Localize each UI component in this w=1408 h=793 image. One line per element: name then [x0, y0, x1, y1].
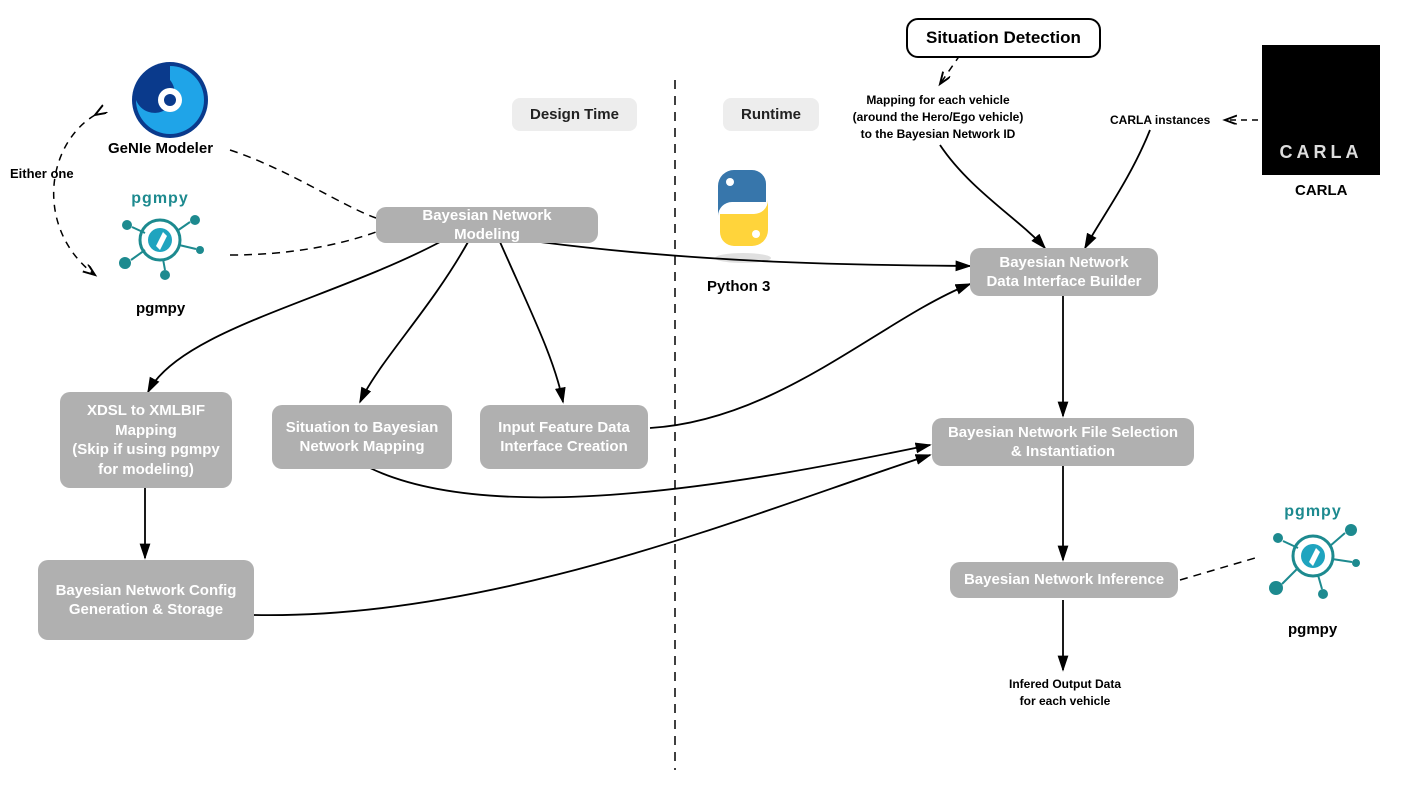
label-carla: CARLA [1295, 182, 1348, 199]
node-bn-config-gen-storage: Bayesian Network Config Generation & Sto… [38, 560, 254, 640]
node-input-feature-data-interface: Input Feature Data Interface Creation [480, 405, 648, 469]
node-situation-detection: Situation Detection [906, 18, 1101, 58]
node-situation-to-bn-mapping: Situation to Bayesian Network Mapping [272, 405, 452, 469]
label-python3: Python 3 [707, 278, 770, 295]
node-bn-inference: Bayesian Network Inference [950, 562, 1178, 598]
label-infered-output: Infered Output Data for each vehicle [985, 676, 1145, 710]
label-either-one: Either one [10, 165, 74, 183]
label-pgmpy-right: pgmpy [1288, 621, 1337, 638]
svg-text:pgmpy: pgmpy [131, 190, 188, 207]
node-xdsl-mapping: XDSL to XMLBIF Mapping (Skip if using pg… [60, 392, 232, 488]
label-mapping-vehicle: Mapping for each vehicle (around the Her… [828, 92, 1048, 142]
node-bn-file-selection: Bayesian Network File Selection & Instan… [932, 418, 1194, 466]
label-genie-modeler: GeNIe Modeler [108, 140, 213, 157]
svg-text:pgmpy: pgmpy [1284, 503, 1341, 520]
node-bayesian-network-modeling: Bayesian Network Modeling [376, 207, 598, 243]
carla-badge: CARLA [1262, 45, 1380, 175]
label-pgmpy-left: pgmpy [136, 300, 185, 317]
node-bn-data-interface-builder: Bayesian Network Data Interface Builder [970, 248, 1158, 296]
carla-badge-text: CARLA [1280, 142, 1363, 163]
label-carla-instances: CARLA instances [1110, 112, 1210, 129]
phase-runtime: Runtime [723, 98, 819, 131]
phase-design-time: Design Time [512, 98, 637, 131]
